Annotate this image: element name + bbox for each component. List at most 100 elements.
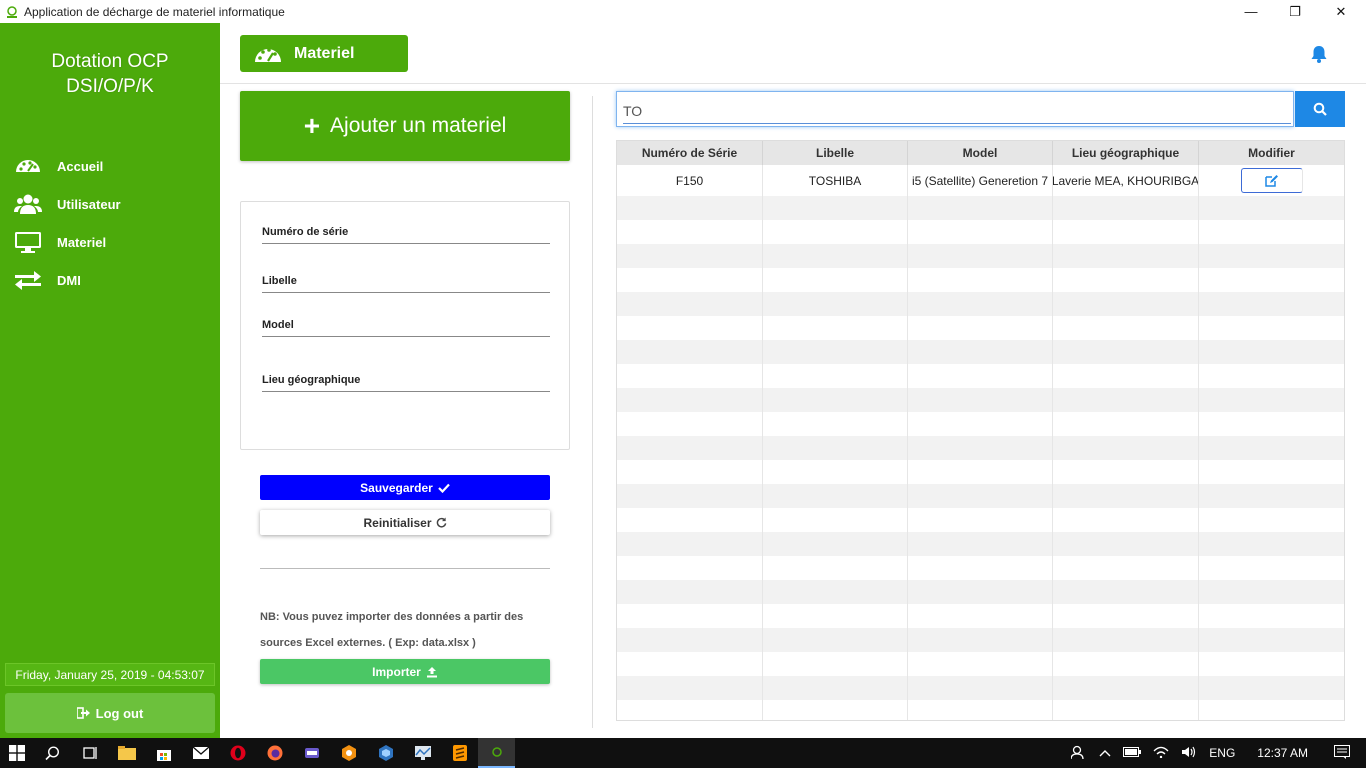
add-materiel-label: Ajouter un materiel: [330, 114, 507, 137]
windows-start-icon[interactable]: [0, 738, 34, 768]
table-cell: [763, 220, 908, 244]
column-header[interactable]: Modifier: [1199, 141, 1344, 165]
table-cell: [617, 364, 763, 388]
bell-icon[interactable]: [1309, 44, 1329, 69]
app-icon[interactable]: [293, 738, 330, 768]
reset-button[interactable]: Reinitialiser: [260, 510, 550, 535]
column-header[interactable]: Lieu géographique: [1053, 141, 1199, 165]
wifi-icon[interactable]: [1153, 746, 1169, 761]
empty-table-row: [617, 436, 1344, 460]
search-input[interactable]: [623, 98, 1291, 124]
sublime-text-icon[interactable]: [441, 738, 478, 768]
firefox-icon[interactable]: [256, 738, 293, 768]
table-cell: [908, 556, 1053, 580]
minimize-button[interactable]: —: [1228, 0, 1274, 23]
page-title-badge: Materiel: [240, 35, 408, 72]
column-header[interactable]: Numéro de Série: [617, 141, 763, 165]
import-button[interactable]: Importer: [260, 659, 550, 684]
empty-table-row: [617, 292, 1344, 316]
table-cell: [908, 340, 1053, 364]
table-cell: [908, 364, 1053, 388]
table-cell: [908, 244, 1053, 268]
table-cell: [617, 196, 763, 220]
table-cell: [617, 628, 763, 652]
reset-label: Reinitialiser: [363, 515, 432, 530]
import-note: NB: Vous puvez importer des données a pa…: [260, 604, 560, 656]
notification-icon[interactable]: [1334, 744, 1350, 762]
table-row[interactable]: F150 TOSHIBA i5 (Satellite) Generetion 7…: [617, 165, 1344, 196]
empty-table-row: [617, 460, 1344, 484]
table-cell: [1053, 364, 1199, 388]
column-header[interactable]: Libelle: [763, 141, 908, 165]
table-cell: [763, 316, 908, 340]
people-icon[interactable]: [1070, 745, 1087, 762]
chevron-up-icon[interactable]: [1099, 746, 1111, 760]
app-logo-icon: [4, 5, 20, 19]
app-icon[interactable]: [330, 738, 367, 768]
active-app-icon[interactable]: [478, 738, 515, 768]
sidebar-item-accueil[interactable]: Accueil: [14, 147, 121, 185]
table-cell: [1053, 316, 1199, 340]
sidebar-item-materiel[interactable]: Materiel: [14, 223, 121, 261]
volume-icon[interactable]: [1181, 746, 1197, 761]
table-cell: [617, 460, 763, 484]
table-header: Numéro de Série Libelle Model Lieu géogr…: [617, 141, 1344, 165]
opera-icon[interactable]: [219, 738, 256, 768]
sidebar-item-dmi[interactable]: DMI: [14, 261, 121, 299]
empty-table-row: [617, 388, 1344, 412]
table-cell: [1199, 220, 1344, 244]
table-cell: [763, 628, 908, 652]
serial-number-field[interactable]: Numéro de série: [262, 226, 550, 244]
table-cell: [617, 268, 763, 292]
table-cell: [908, 292, 1053, 316]
table-cell: [617, 340, 763, 364]
mail-icon[interactable]: [182, 738, 219, 768]
close-button[interactable]: ✕: [1318, 0, 1364, 23]
header-divider: [220, 83, 1366, 84]
store-icon[interactable]: [145, 738, 182, 768]
logout-button[interactable]: Log out: [5, 693, 215, 733]
battery-icon[interactable]: [1123, 746, 1142, 760]
table-cell: [1199, 508, 1344, 532]
table-cell: [1199, 244, 1344, 268]
table-cell: [1199, 340, 1344, 364]
table-cell: [763, 196, 908, 220]
table-cell: [763, 460, 908, 484]
empty-table-row: [617, 412, 1344, 436]
search-icon[interactable]: [34, 738, 71, 768]
clock[interactable]: 12:37 AM: [1257, 746, 1308, 760]
sidebar-item-utilisateur[interactable]: Utilisateur: [14, 185, 121, 223]
task-view-icon[interactable]: [71, 738, 108, 768]
form-separator: [260, 568, 550, 569]
file-explorer-icon[interactable]: [108, 738, 145, 768]
virtualbox-icon[interactable]: [367, 738, 404, 768]
table-cell: [763, 244, 908, 268]
location-field[interactable]: Lieu géographique: [262, 374, 550, 392]
table-cell: [1053, 388, 1199, 412]
table-cell: [617, 532, 763, 556]
libelle-field[interactable]: Libelle: [262, 275, 550, 293]
empty-table-row: [617, 508, 1344, 532]
table-cell: [763, 580, 908, 604]
app-icon[interactable]: [404, 738, 441, 768]
table-cell: [617, 652, 763, 676]
language-indicator[interactable]: ENG: [1209, 746, 1235, 760]
users-icon: [14, 194, 42, 214]
edit-button[interactable]: [1240, 168, 1303, 193]
table-cell: [1199, 316, 1344, 340]
table-cell: [908, 412, 1053, 436]
table-cell: [1053, 340, 1199, 364]
table-cell: [617, 244, 763, 268]
add-materiel-button[interactable]: + Ajouter un materiel: [240, 91, 570, 161]
model-field[interactable]: Model: [262, 319, 550, 337]
table-cell: [908, 532, 1053, 556]
taskbar: ENG 12:37 AM: [0, 738, 1366, 768]
table-cell: [1053, 292, 1199, 316]
table-cell: [1053, 436, 1199, 460]
save-button[interactable]: Sauvegarder: [260, 475, 550, 500]
column-header[interactable]: Model: [908, 141, 1053, 165]
table-cell: [617, 508, 763, 532]
table-cell: [1053, 220, 1199, 244]
restore-button[interactable]: ❐: [1272, 0, 1318, 23]
search-button[interactable]: [1295, 91, 1345, 127]
